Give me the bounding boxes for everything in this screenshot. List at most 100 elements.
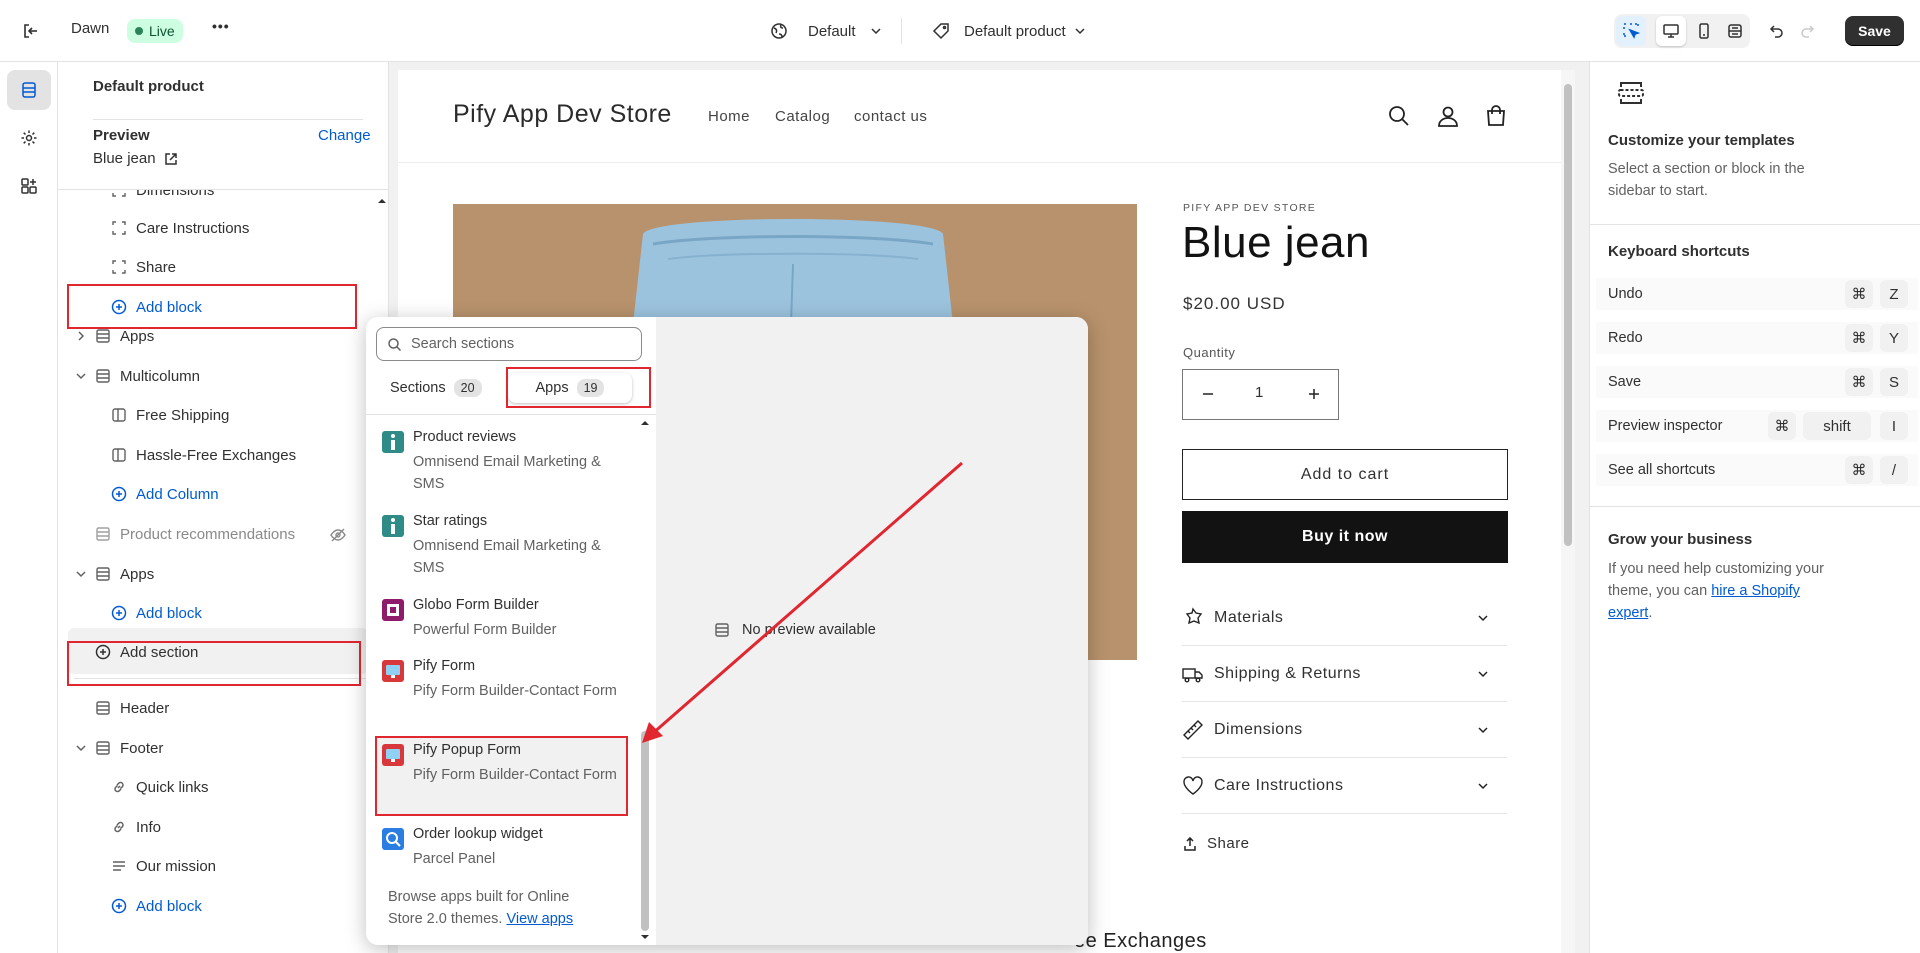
account-icon[interactable] (1436, 104, 1460, 128)
eye-hidden-icon[interactable] (330, 527, 346, 543)
shortcut-key: shift (1803, 412, 1871, 440)
app-item-star-ratings[interactable]: Star ratings Omnisend Email Marketing & … (382, 513, 622, 576)
picker-preview-pane: No preview available (656, 317, 1088, 945)
nav-contact[interactable]: contact us (854, 108, 927, 125)
tree-item-label: Footer (120, 739, 164, 757)
view-apps-link[interactable]: View apps (506, 911, 573, 927)
tree-item-quick-links[interactable]: Quick links (110, 769, 209, 805)
highlight-apps-tab (506, 367, 651, 408)
no-preview-label: No preview available (742, 622, 876, 638)
fullscreen-view-button[interactable] (1720, 16, 1750, 46)
app-item-title: Globo Form Builder (413, 597, 539, 613)
add-block-button-3[interactable]: Add block (110, 888, 202, 924)
share-label: Share (1207, 835, 1250, 852)
plus-circle-icon (110, 485, 128, 503)
search-icon (387, 337, 402, 352)
tree-item-product-recommendations[interactable]: Product recommendations (94, 516, 295, 552)
market-selector-label: Default (808, 22, 856, 40)
scrollbar-thumb[interactable] (641, 731, 649, 931)
command-key-icon: ⌘ (1768, 412, 1796, 440)
picker-scrollbar[interactable] (638, 415, 652, 945)
template-selector[interactable]: Default product (932, 20, 1086, 42)
minus-icon[interactable] (1201, 385, 1215, 403)
chevron-right-icon[interactable] (74, 329, 88, 343)
tree-item-share[interactable]: Share (110, 249, 176, 285)
app-item-subtitle: Omnisend Email Marketing & SMS (413, 538, 601, 576)
theme-name[interactable]: Dawn (71, 20, 109, 37)
market-selector[interactable]: Default (770, 20, 882, 42)
app-item-product-reviews[interactable]: Product reviews Omnisend Email Marketing… (382, 429, 622, 492)
shortcuts-title: Keyboard shortcuts (1608, 243, 1750, 260)
accordion-care-instructions[interactable]: Care Instructions (1182, 758, 1507, 814)
quantity-input[interactable]: 1 (1255, 384, 1263, 401)
change-preview-link[interactable]: Change (318, 127, 371, 144)
tab-sections[interactable]: Sections 20 (376, 373, 490, 403)
section-icon (94, 525, 112, 543)
share-button[interactable]: Share (1183, 835, 1250, 852)
tree-item-our-mission[interactable]: Our mission (110, 848, 216, 884)
nav-catalog[interactable]: Catalog (775, 108, 830, 125)
undo-button[interactable] (1760, 16, 1790, 46)
tree-item-info[interactable]: Info (110, 809, 161, 845)
tree-item-care-instructions[interactable]: Care Instructions (110, 210, 249, 246)
plus-icon[interactable] (1307, 385, 1321, 403)
mobile-view-button[interactable] (1689, 16, 1719, 46)
search-icon[interactable] (1387, 104, 1411, 128)
app-item-globo-form-builder[interactable]: Globo Form Builder Powerful Form Builder (382, 597, 622, 641)
nav-home[interactable]: Home (708, 108, 750, 125)
shortcut-row-see-all[interactable]: See all shortcuts ⌘ / (1596, 454, 1918, 486)
preview-product-link[interactable]: Blue jean (93, 150, 178, 167)
tree-item-hassle-free-exchanges[interactable]: Hassle-Free Exchanges (110, 437, 296, 473)
divider (1590, 224, 1920, 225)
tree-item-multicolumn[interactable]: Multicolumn (94, 358, 200, 394)
inspector-toggle-button[interactable] (1616, 16, 1646, 46)
accordion-dimensions[interactable]: Dimensions (1182, 702, 1507, 758)
chevron-down-icon[interactable] (74, 369, 88, 383)
app-item-pify-form[interactable]: Pify Form Pify Form Builder-Contact Form (382, 658, 622, 720)
app-item-subtitle: Powerful Form Builder (413, 622, 557, 638)
chevron-down-icon[interactable] (74, 741, 88, 755)
add-column-label: Add Column (136, 485, 219, 503)
grow-text: If you need help customizing your theme,… (1608, 558, 1848, 624)
buy-now-button[interactable]: Buy it now (1182, 511, 1508, 563)
sections-nav-button[interactable] (7, 70, 51, 110)
tree-item-header[interactable]: Header (94, 690, 169, 726)
app-embeds-nav-button[interactable] (7, 166, 51, 206)
add-block-button-2[interactable]: Add block (110, 595, 202, 631)
app-item-order-lookup-widget[interactable]: Order lookup widget Parcel Panel (382, 826, 622, 870)
tree-item-free-shipping[interactable]: Free Shipping (110, 397, 229, 433)
live-badge: Live (127, 19, 183, 43)
divider (1590, 506, 1920, 507)
highlight-add-section (67, 641, 361, 686)
tree-item-footer[interactable]: Footer (94, 730, 163, 766)
redo-button[interactable] (1794, 16, 1824, 46)
command-key-icon: ⌘ (1845, 280, 1873, 308)
tree-item-dimensions[interactable]: Dimensions (110, 190, 214, 208)
exit-icon[interactable] (16, 16, 46, 46)
search-sections-input[interactable]: Search sections (376, 327, 642, 361)
chevron-down-icon[interactable] (74, 567, 88, 581)
grow-text-end: . (1648, 605, 1653, 621)
cart-icon[interactable] (1484, 104, 1508, 128)
more-actions-button[interactable]: ••• (212, 18, 230, 34)
app-item-title: Product reviews (413, 429, 517, 445)
desktop-view-button[interactable] (1656, 16, 1686, 46)
store-logo[interactable]: Pify App Dev Store (453, 100, 672, 129)
theme-settings-nav-button[interactable] (7, 118, 51, 158)
accordion-shipping-returns[interactable]: Shipping & Returns (1182, 646, 1507, 702)
link-icon (110, 818, 128, 836)
accordion-materials[interactable]: Materials (1182, 590, 1507, 646)
highlight-add-block (67, 284, 357, 329)
scrollbar-thumb[interactable] (1564, 84, 1572, 546)
save-button[interactable]: Save (1845, 16, 1904, 46)
customize-description: Select a section or block in the sidebar… (1608, 161, 1805, 199)
app-item-title: Pify Form (413, 658, 476, 674)
tree-item-apps-2[interactable]: Apps (94, 556, 154, 592)
heart-icon (1182, 775, 1204, 797)
tab-sections-label: Sections (390, 380, 446, 396)
add-to-cart-button[interactable]: Add to cart (1182, 449, 1508, 500)
preview-scrollbar[interactable] (1561, 70, 1575, 953)
add-column-button[interactable]: Add Column (110, 476, 219, 512)
sidebar-title: Default product (93, 78, 204, 95)
tree-item-label: Share (136, 258, 177, 276)
